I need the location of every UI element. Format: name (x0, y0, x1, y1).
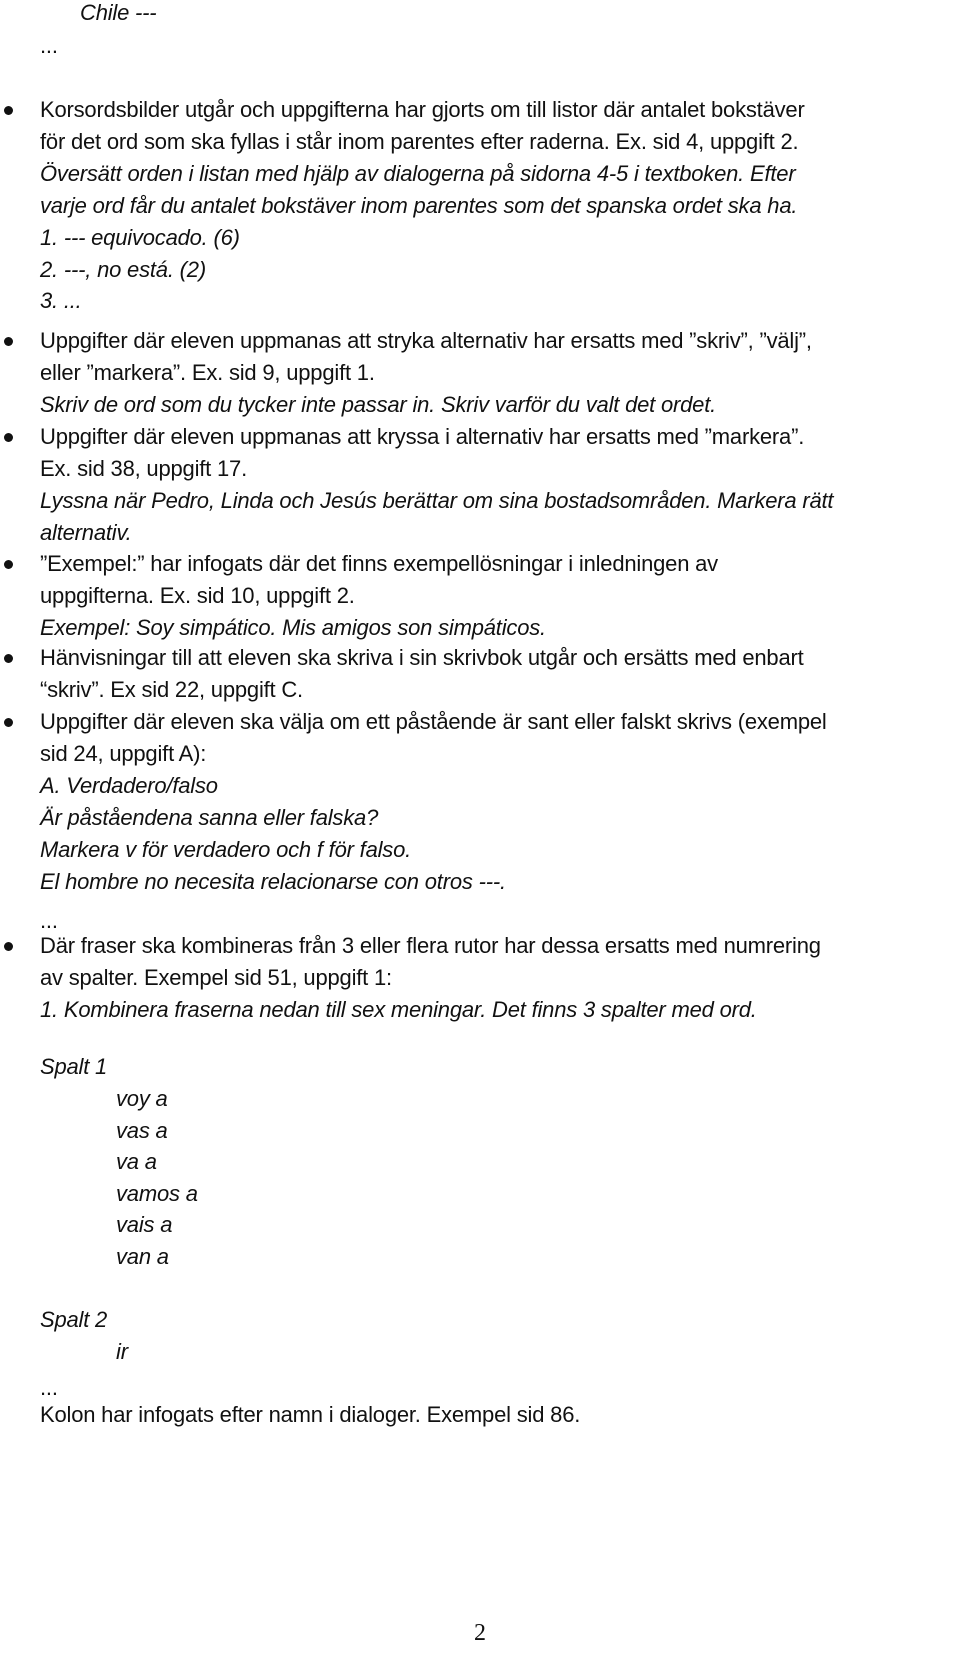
column-item: vamos a (116, 1180, 198, 1206)
column-item: ir (116, 1339, 128, 1364)
bullet-line: 2. ---, no está. (2) (40, 256, 206, 282)
column-heading: Spalt 1 (40, 1054, 108, 1079)
bullet-icon (4, 718, 13, 727)
bullet-line: Markera v för verdadero och f för falso. (40, 836, 412, 862)
column-heading: Spalt 2 (40, 1307, 108, 1332)
bullet-line: Skriv de ord som du tycker inte passar i… (40, 391, 717, 417)
bullet-line: Korsordsbilder utgår och uppgifterna har… (40, 97, 805, 122)
bullet-icon (4, 560, 13, 569)
column-item: van a (116, 1244, 169, 1269)
bullet-line: sid 24, uppgift A): (40, 740, 207, 766)
bullet-line: 1. Kombinera fraserna nedan till sex men… (40, 996, 757, 1022)
ellipsis-line: ... (40, 33, 58, 58)
bullet-line: av spalter. Exempel sid 51, uppgift 1: (40, 964, 392, 990)
bullet-line: uppgifterna. Ex. sid 10, uppgift 2. (40, 582, 355, 608)
page-number: 2 (474, 1620, 486, 1646)
bullet-line: för det ord som ska fyllas i står inom p… (40, 128, 799, 154)
bullet-line: Där fraser ska kombineras från 3 eller f… (40, 933, 821, 958)
bullet-line: Uppgifter där eleven uppmanas att stryka… (40, 328, 812, 353)
bullet-line: Översätt orden i listan med hjälp av dia… (40, 160, 796, 186)
document-page: Chile --- ... Korsordsbilder utgår och u… (0, 0, 960, 1657)
bullet-icon (4, 654, 13, 663)
bullet-line: “skriv”. Ex sid 22, uppgift C. (40, 676, 303, 702)
bullet-icon (4, 106, 13, 115)
bullet-line: A. Verdadero/falso (40, 772, 218, 798)
bullet-line: Uppgifter där eleven ska välja om ett på… (40, 709, 827, 734)
bullet-line: Är påståendena sanna eller falska? (40, 804, 379, 830)
chile-line: Chile --- (80, 0, 157, 25)
final-line: Kolon har infogats efter namn i dialoger… (40, 1402, 581, 1427)
bullet-line: El hombre no necesita relacionarse con o… (40, 868, 506, 894)
bullet-icon (4, 942, 13, 951)
bullet-line: Exempel: Soy simpático. Mis amigos son s… (40, 614, 546, 640)
bullet-icon (4, 433, 13, 442)
column-item: voy a (116, 1086, 168, 1111)
bullet-line: varje ord får du antalet bokstäver inom … (40, 192, 798, 218)
bullet-line: 3. ... (40, 288, 82, 314)
bullet-line: ”Exempel:” har infogats där det finns ex… (40, 551, 718, 576)
bullet-line: alternativ. (40, 519, 132, 545)
bullet-line: 1. --- equivocado. (6) (40, 224, 240, 250)
bullet-icon (4, 337, 13, 346)
bullet-line: Ex. sid 38, uppgift 17. (40, 455, 247, 481)
column-item: va a (116, 1149, 157, 1175)
bullet-line: Uppgifter där eleven uppmanas att kryssa… (40, 424, 805, 449)
bullet-line: Hänvisningar till att eleven ska skriva … (40, 645, 804, 670)
bullet-line: Lyssna när Pedro, Linda och Jesús berätt… (40, 487, 834, 513)
column-item: vais a (116, 1212, 173, 1238)
column-item: vas a (116, 1117, 168, 1143)
bullet-line: eller ”markera”. Ex. sid 9, uppgift 1. (40, 359, 375, 385)
